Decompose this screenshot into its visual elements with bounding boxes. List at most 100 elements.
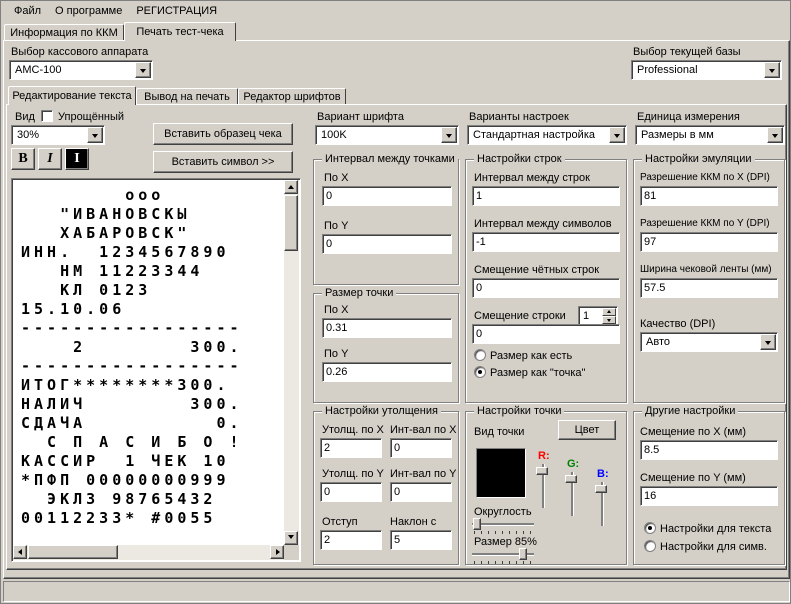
offset-y-label: Смещение по Y (мм) [640, 472, 746, 484]
arrow-up-icon [607, 308, 611, 313]
presets-label: Варианты настроек [469, 111, 569, 123]
tab-print-test-check[interactable]: Печать тест-чека [124, 22, 236, 41]
menu-file[interactable]: Файл [7, 2, 48, 20]
line-interval-input[interactable] [472, 186, 620, 206]
line-shift-spinner[interactable]: 1 [578, 306, 618, 326]
tab-kkm-info[interactable]: Информация по ККМ [4, 24, 124, 41]
horizontal-scroll-thumb[interactable] [28, 545, 118, 559]
color-button[interactable]: Цвет [558, 420, 616, 440]
thick-y-input[interactable] [320, 482, 382, 502]
even-shift-input[interactable] [472, 278, 620, 298]
inverse-button[interactable]: I [65, 148, 89, 170]
line-shift-input[interactable] [472, 324, 620, 344]
device-select-combo[interactable]: АМС-100 [9, 60, 153, 80]
thick-x-input[interactable] [320, 438, 382, 458]
spinner-down-button[interactable] [602, 316, 616, 324]
dot-size-x-label: По X [324, 304, 348, 316]
slope-input[interactable] [390, 530, 452, 550]
group-emulation-title: Настройки эмуляции [642, 154, 755, 165]
tab-font-editor[interactable]: Редактор шрифтов [238, 88, 346, 104]
receipt-preview-area[interactable]: ооо "ИВАНОВСКЫ ХАБАРОВСК" ИНН. 123456789… [11, 178, 301, 562]
roundness-slider[interactable] [472, 518, 534, 534]
device-select-dropdown-button[interactable] [135, 62, 151, 78]
dot-size-y-input[interactable] [322, 362, 452, 382]
menu-registration[interactable]: РЕГИСТРАЦИЯ [129, 2, 224, 20]
application-window: Файл О программе РЕГИСТРАЦИЯ Информация … [0, 0, 791, 604]
vertical-scrollbar[interactable] [284, 180, 299, 545]
base-select-combo[interactable]: Professional [631, 60, 782, 80]
blue-slider-label: B: [597, 468, 609, 480]
tab-edit-text[interactable]: Редактирование текста [8, 86, 136, 105]
insert-symbol-button[interactable]: Вставить символ >> [153, 151, 293, 173]
size-as-dot-radio[interactable] [474, 366, 486, 378]
interval-x-input[interactable] [390, 438, 452, 458]
arrow-right-icon [276, 549, 283, 555]
horizontal-scrollbar[interactable] [13, 545, 284, 560]
group-emulation: Настройки эмуляции Разрешение ККМ по X (… [633, 159, 785, 403]
tape-width-label: Ширина чековой ленты (мм) [640, 264, 772, 276]
menu-about[interactable]: О программе [48, 2, 129, 20]
scroll-down-button[interactable] [284, 531, 298, 545]
dot-kind-label: Вид точки [474, 426, 524, 438]
dot-size-x-input[interactable] [322, 318, 452, 338]
slider-thumb[interactable] [519, 548, 527, 560]
size-as-is-radio[interactable] [474, 349, 486, 361]
scroll-left-button[interactable] [13, 545, 27, 559]
group-dot-interval-title: Интервал между точками [322, 154, 458, 165]
slider-thumb[interactable] [565, 475, 577, 483]
font-variant-dropdown-button[interactable] [441, 127, 457, 143]
simplified-checkbox[interactable] [41, 110, 53, 122]
char-interval-input[interactable] [472, 232, 620, 252]
tape-width-input[interactable] [640, 278, 778, 298]
zoom-dropdown-button[interactable] [87, 127, 103, 143]
group-other-settings: Другие настройки Смещение по X (мм) Смещ… [633, 411, 785, 565]
quality-dropdown-button[interactable] [760, 334, 776, 350]
dot-interval-x-input[interactable] [322, 186, 452, 206]
zoom-combo[interactable]: 30% [11, 125, 105, 145]
tab-print-output[interactable]: Вывод на печать [136, 88, 238, 104]
presets-combo[interactable]: Стандартная настройка [467, 125, 627, 145]
units-combo[interactable]: Размеры в мм [635, 125, 785, 145]
blue-slider[interactable] [595, 482, 611, 526]
slider-ticks [474, 561, 532, 564]
italic-button[interactable]: I [38, 148, 62, 170]
indent-input[interactable] [320, 530, 382, 550]
scroll-up-button[interactable] [284, 180, 298, 194]
view-label: Вид [15, 111, 35, 123]
scroll-right-button[interactable] [270, 545, 284, 559]
offset-y-input[interactable] [640, 486, 778, 506]
base-select-dropdown-button[interactable] [764, 62, 780, 78]
units-dropdown-button[interactable] [767, 127, 783, 143]
spinner-up-button[interactable] [602, 308, 616, 316]
size-as-dot-label: Размер как "точка" [490, 367, 585, 379]
dot-size-slider[interactable] [472, 548, 534, 564]
insert-sample-check-button[interactable]: Вставить образец чека [153, 123, 293, 145]
dpi-y-input[interactable] [640, 232, 778, 252]
units-value: Размеры в мм [641, 129, 714, 141]
dpi-x-input[interactable] [640, 186, 778, 206]
interval-y-label: Инт-вал по Y [390, 468, 456, 480]
font-variant-combo[interactable]: 100K [315, 125, 459, 145]
chevron-down-icon [614, 134, 620, 141]
bold-button[interactable]: B [11, 148, 35, 170]
dot-interval-y-input[interactable] [322, 234, 452, 254]
slider-thumb[interactable] [595, 485, 607, 493]
dpi-y-label: Разрешение ККМ по Y (DPI) [640, 218, 770, 230]
quality-combo[interactable]: Авто [640, 332, 778, 352]
settings-for-text-radio[interactable] [644, 522, 656, 534]
offset-x-input[interactable] [640, 440, 778, 460]
green-slider[interactable] [565, 472, 581, 516]
roundness-label: Округлость [474, 506, 532, 518]
thick-x-label: Утолщ. по X [322, 424, 384, 436]
font-variant-label: Вариант шрифта [317, 111, 404, 123]
vertical-scroll-thumb[interactable] [284, 195, 298, 251]
group-other-settings-title: Другие настройки [642, 406, 738, 417]
settings-for-symbols-radio[interactable] [644, 540, 656, 552]
slider-thumb[interactable] [473, 518, 481, 530]
presets-dropdown-button[interactable] [609, 127, 625, 143]
zoom-value: 30% [17, 129, 39, 141]
interval-y-input[interactable] [390, 482, 452, 502]
group-thickening: Настройки утолщения Утолщ. по X Инт-вал … [313, 411, 459, 565]
red-slider[interactable] [536, 464, 552, 508]
slider-thumb[interactable] [536, 467, 548, 475]
